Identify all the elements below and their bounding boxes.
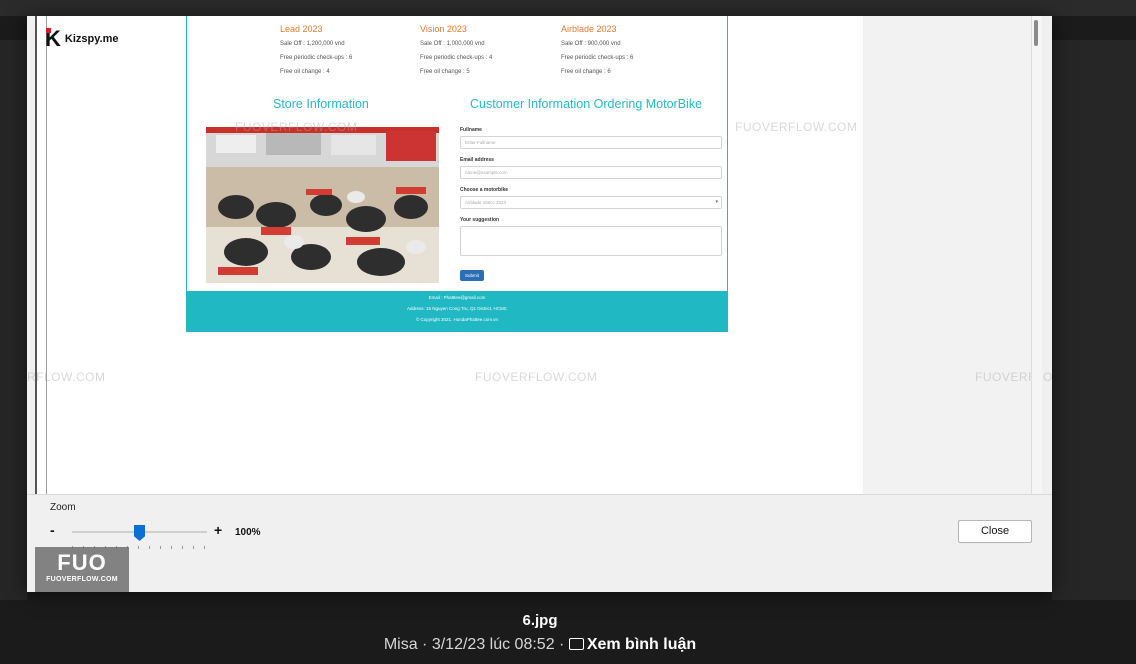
embedded-webpage: Lead 2023 Sale Off : 1,200,000 vnd Free … <box>186 16 728 332</box>
scrollbar-thumb[interactable] <box>1034 20 1038 46</box>
product-sale: Sale Off : 900,000 vnd <box>561 41 621 47</box>
caption-meta: Misa · 3/12/23 lúc 08:52 · <box>383 636 569 653</box>
image-caption: Misa · 3/12/23 lúc 08:52 · Xem bình luận <box>0 636 1080 654</box>
footer-address: Address: 15 Nguyen Cong Tru, Q1 District… <box>406 306 508 311</box>
product-card-airblade: Airblade 2023 Sale Off : 900,000 vnd Fre… <box>561 24 691 83</box>
fullname-label: Fullname <box>460 127 482 133</box>
fuo-logo-subtext: FUOVERFLOW.COM <box>46 576 118 583</box>
footer-email: Email : Phatttee@gmail.com <box>428 295 486 300</box>
fuoverflow-logo: FUO FUOVERFLOW.COM <box>35 547 129 592</box>
motorbike-select-value: Airblade 150cc 2023 <box>465 200 507 205</box>
watermark: FUOVERFLOW.COM <box>475 370 598 384</box>
kizspy-logo-text: Kizspy.me <box>64 33 119 45</box>
viewer-controls: Zoom - + 100% Close FUO FUOVERFLOW.COM <box>27 494 1052 592</box>
submit-button[interactable]: Submit <box>460 270 485 281</box>
product-name: Lead 2023 <box>280 24 323 34</box>
watermark: FUOVERFLOW.COM <box>235 120 358 134</box>
product-checkups: Free periodic check-ups : 6 <box>280 55 353 61</box>
fullname-input[interactable]: Enter Fullname <box>460 136 722 149</box>
product-sale: Sale Off : 1,200,000 vnd <box>280 41 345 47</box>
canvas-guide-line <box>46 16 47 494</box>
product-card-lead: Lead 2023 Sale Off : 1,200,000 vnd Free … <box>280 24 410 83</box>
product-oil: Free oil change : 4 <box>280 69 330 75</box>
footer-copyright: © Copyright 2021. HondaPhattee.com.vn <box>415 317 499 322</box>
webpage-footer: Email : Phatttee@gmail.com Address: 15 N… <box>187 291 727 332</box>
store-information-title: Store Information <box>273 97 369 111</box>
close-button[interactable]: Close <box>958 520 1032 543</box>
product-checkups: Free periodic check-ups : 4 <box>420 55 493 61</box>
view-comments-label: Xem bình luận <box>586 636 697 653</box>
product-oil: Free oil change : 6 <box>561 69 611 75</box>
email-label: Email address <box>460 157 494 163</box>
background-strip <box>0 0 1136 16</box>
view-comments-link[interactable]: Xem bình luận <box>568 636 697 653</box>
vertical-scrollbar[interactable] <box>1031 16 1042 494</box>
fuo-logo-text: FUO <box>57 550 107 575</box>
suggestion-textarea[interactable] <box>460 226 722 256</box>
watermark: RFLOW.COM <box>27 370 106 384</box>
image-canvas: K Kizspy.me Lead 2023 Sale Off : 1,200,0… <box>27 16 1052 494</box>
zoom-value: 100% <box>235 527 261 538</box>
image-filename: 6.jpg <box>522 612 558 629</box>
comment-icon <box>568 638 584 650</box>
email-input[interactable]: name@example.com <box>460 166 722 179</box>
watermark: FUOVERFLOW.COM <box>735 120 858 134</box>
order-form: Fullname Enter Fullname Email address na… <box>460 127 722 282</box>
motorbike-select[interactable]: Airblade 150cc 2023 ▾ <box>460 196 722 209</box>
product-oil: Free oil change : 5 <box>420 69 470 75</box>
store-photo <box>206 127 439 283</box>
product-sale: Sale Off : 1,000,000 vnd <box>420 41 485 47</box>
suggestion-label: Your suggestion <box>460 217 500 223</box>
zoom-in-button[interactable]: + <box>214 522 222 538</box>
product-checkups: Free periodic check-ups : 6 <box>561 55 634 61</box>
background-left <box>0 40 27 600</box>
zoom-out-button[interactable]: - <box>50 522 55 538</box>
zoom-label: Zoom <box>50 502 76 513</box>
kizspy-logo-icon: K <box>45 26 61 51</box>
product-name: Vision 2023 <box>420 24 467 34</box>
motorbike-label: Choose a motorbike <box>460 187 509 193</box>
chevron-down-icon: ▾ <box>715 199 718 205</box>
customer-information-title: Customer Information Ordering MotorBike <box>470 97 703 111</box>
kizspy-logo: K Kizspy.me <box>45 26 118 52</box>
product-name: Airblade 2023 <box>561 24 617 34</box>
product-card-vision: Vision 2023 Sale Off : 1,000,000 vnd Fre… <box>420 24 550 83</box>
zoom-slider-thumb[interactable] <box>134 525 145 541</box>
image-viewer-dialog: K Kizspy.me Lead 2023 Sale Off : 1,200,0… <box>27 16 1052 592</box>
background-right <box>1052 40 1136 600</box>
